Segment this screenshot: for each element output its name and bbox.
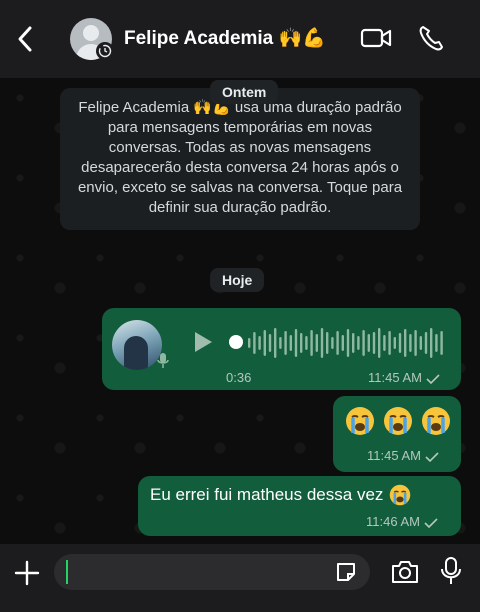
waveform-bar xyxy=(378,328,381,358)
waveform[interactable] xyxy=(248,326,448,360)
plus-icon[interactable] xyxy=(14,560,40,586)
waveform-bar xyxy=(341,335,344,351)
waveform-bar xyxy=(268,334,272,352)
waveform-bar xyxy=(419,336,422,350)
microphone-badge-icon xyxy=(157,353,169,368)
waveform-bar xyxy=(346,329,350,357)
text-caret xyxy=(66,560,68,584)
audio-message-bubble[interactable]: 0:36 11:45 AM xyxy=(102,308,461,390)
waveform-bar xyxy=(284,331,287,355)
message-time: 11:45 AM xyxy=(367,448,439,463)
crying-face-icon xyxy=(422,407,450,435)
timer-icon xyxy=(96,42,114,60)
waveform-bar xyxy=(435,334,438,352)
waveform-bar xyxy=(388,331,391,355)
waveform-bar xyxy=(300,333,303,353)
waveform-bar xyxy=(383,335,386,351)
waveform-bar xyxy=(263,330,266,356)
waveform-bar xyxy=(357,336,360,350)
message-text: Eu errei fui matheus dessa vez xyxy=(150,484,411,506)
waveform-bar xyxy=(372,332,376,354)
date-divider-ontem: Ontem xyxy=(210,80,279,104)
waveform-bar xyxy=(352,333,355,353)
waveform-bar xyxy=(409,334,412,352)
microphone-icon[interactable] xyxy=(440,556,462,586)
audio-duration: 0:36 xyxy=(226,370,252,385)
date-divider-hoje: Hoje xyxy=(210,268,265,292)
waveform-bar xyxy=(393,337,396,349)
message-time: 11:46 AM xyxy=(366,514,438,529)
playback-scrubber[interactable] xyxy=(229,335,243,349)
waveform-bar xyxy=(279,337,282,349)
waveform-bar xyxy=(315,334,318,352)
waveform-bar xyxy=(274,328,277,358)
waveform-bar xyxy=(248,338,251,348)
waveform-bar xyxy=(362,330,365,356)
waveform-bar xyxy=(305,336,308,350)
notice-text: Felipe Academia 🙌💪 usa uma duração padrã… xyxy=(77,99,403,216)
message-time: 11:45 AM xyxy=(368,370,440,385)
chat-area[interactable]: Felipe Academia 🙌💪 usa uma duração padrã… xyxy=(0,78,480,544)
waveform-bar xyxy=(398,333,402,353)
contact-name[interactable]: Felipe Academia 🙌💪 xyxy=(124,26,326,50)
phone-icon[interactable] xyxy=(418,24,444,52)
message-input[interactable] xyxy=(54,554,370,590)
waveform-bar xyxy=(331,337,334,349)
crying-face-icon xyxy=(346,407,374,435)
emoji-message-bubble[interactable]: 11:45 AM xyxy=(333,396,461,472)
back-chevron-icon[interactable] xyxy=(12,24,40,54)
waveform-bar xyxy=(414,330,417,356)
waveform-bar xyxy=(258,336,261,350)
disappearing-messages-notice[interactable]: Felipe Academia 🙌💪 usa uma duração padrã… xyxy=(60,88,420,230)
sender-avatar xyxy=(112,320,162,370)
sticker-icon[interactable] xyxy=(334,560,358,584)
waveform-bar xyxy=(440,331,443,355)
waveform-bar xyxy=(310,330,313,356)
chat-header: Felipe Academia 🙌💪 xyxy=(0,0,480,78)
waveform-bar xyxy=(336,331,339,355)
play-icon[interactable] xyxy=(192,330,214,354)
waveform-bar xyxy=(326,332,329,354)
video-call-icon[interactable] xyxy=(360,26,392,50)
waveform-bar xyxy=(424,332,428,354)
waveform-bar xyxy=(320,328,324,358)
crying-face-icon xyxy=(390,484,411,506)
waveform-bar xyxy=(253,332,256,354)
crying-face-icon xyxy=(384,407,412,435)
check-icon xyxy=(426,373,440,384)
waveform-bar xyxy=(294,329,298,357)
check-icon xyxy=(424,517,438,528)
text-message-bubble[interactable]: Eu errei fui matheus dessa vez 11:46 AM xyxy=(138,476,461,536)
camera-icon[interactable] xyxy=(390,559,420,585)
waveform-bar xyxy=(430,328,433,358)
input-bar xyxy=(0,544,480,612)
waveform-bar xyxy=(289,335,292,351)
emoji-content xyxy=(345,406,451,436)
check-icon xyxy=(425,451,439,462)
waveform-bar xyxy=(367,334,370,352)
waveform-bar xyxy=(404,329,407,357)
